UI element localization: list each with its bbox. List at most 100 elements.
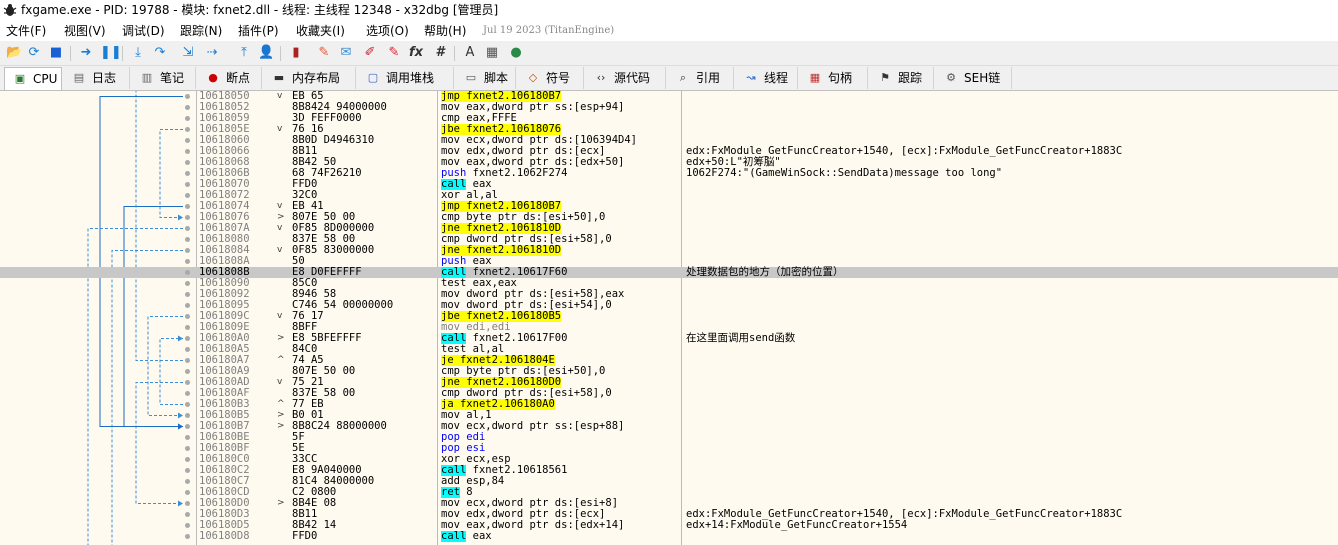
breakpoint-dot[interactable] <box>185 149 190 154</box>
execute-till-return-icon[interactable]: ⤒ <box>236 45 252 61</box>
tab-label: 脚本 <box>484 71 509 85</box>
breakpoint-dot[interactable] <box>185 446 190 451</box>
function-icon[interactable]: fx <box>408 45 424 61</box>
tab-cpu[interactable]: ▣ CPU <box>4 67 62 90</box>
breakpoint-dot[interactable] <box>185 534 190 539</box>
breakpoint-dot[interactable] <box>185 182 190 187</box>
breakpoint-dot[interactable] <box>185 94 190 99</box>
tab-label: 调用堆栈 <box>386 71 435 85</box>
tab-thread[interactable]: ↝ 线程 <box>736 67 798 89</box>
tab-label: CPU <box>33 72 58 86</box>
menu-item-5[interactable]: 收藏夹(I) <box>296 21 345 41</box>
patch-icon[interactable]: ✎ <box>316 45 332 61</box>
instruction: call eax <box>441 531 492 542</box>
menu-item-6[interactable]: 选项(O) <box>366 21 409 41</box>
tab-breakpoint[interactable]: ● 断点 <box>198 67 262 89</box>
jump-direction-icon: v <box>277 245 283 255</box>
breakpoint-dot[interactable] <box>185 281 190 286</box>
comment: 1062F274:"(GameWinSock::SendData)message… <box>686 167 1003 179</box>
seh-icon: ⚙ <box>946 71 956 84</box>
tab-log[interactable]: ▤ 日志 <box>64 67 130 89</box>
breakpoint-dot[interactable] <box>185 204 190 209</box>
restart-icon[interactable]: ⟳ <box>26 45 42 61</box>
breakpoint-dot[interactable] <box>185 314 190 319</box>
step-over-icon[interactable]: ↷ <box>152 45 168 61</box>
globe-icon[interactable]: ● <box>508 45 524 61</box>
run-icon[interactable]: ➜ <box>78 45 94 61</box>
breakpoint-dot[interactable] <box>185 215 190 220</box>
tab-source[interactable]: ‹› 源代码 <box>586 67 666 89</box>
disasm-row[interactable]: 106180D8 FFD0 call eax <box>0 531 1338 542</box>
breakpoint-dot[interactable] <box>185 116 190 121</box>
comment: 处理数据包的地方（加密的位置） <box>686 266 844 278</box>
tab-symbol[interactable]: ◇ 符号 <box>518 67 584 89</box>
run-to-user-code-icon[interactable]: 👤 <box>258 45 274 61</box>
breakpoint-dot[interactable] <box>185 369 190 374</box>
breakpoint-dot[interactable] <box>185 424 190 429</box>
breakpoint-dot[interactable] <box>185 127 190 132</box>
open-icon[interactable]: 📂 <box>6 45 22 61</box>
step-into-icon[interactable]: ⤓ <box>130 45 146 61</box>
breakpoint-dot[interactable] <box>185 391 190 396</box>
tab-label: SEH链 <box>964 71 1001 85</box>
breakpoint-dot[interactable] <box>185 193 190 198</box>
breakpoint-dot[interactable] <box>185 468 190 473</box>
bookmark-icon[interactable]: ✎ <box>386 45 402 61</box>
stop-icon[interactable]: ■ <box>48 45 64 61</box>
breakpoint-dot[interactable] <box>185 413 190 418</box>
font-icon[interactable]: A <box>462 45 478 61</box>
breakpoint-dot[interactable] <box>185 501 190 506</box>
breakpoint-dot[interactable] <box>185 237 190 242</box>
breakpoint-dot[interactable] <box>185 105 190 110</box>
jump-direction-icon: v <box>277 377 283 387</box>
tab-trace[interactable]: ⚑ 跟踪 <box>870 67 934 89</box>
toolbar-separator <box>280 46 281 61</box>
menu-item-0[interactable]: 文件(F) <box>6 21 46 41</box>
tab-handle[interactable]: ▦ 句柄 <box>800 67 868 89</box>
disassembly-view[interactable]: 10618050 v EB 65 jmp fxnet2.106180B7 1061805… <box>0 91 1338 545</box>
breakpoint-dot[interactable] <box>185 490 190 495</box>
menu-item-3[interactable]: 跟踪(N) <box>180 21 222 41</box>
menu-item-4[interactable]: 插件(P) <box>238 21 279 41</box>
breakpoint-dot[interactable] <box>185 292 190 297</box>
breakpoint-dot[interactable] <box>185 336 190 341</box>
breakpoint-dot[interactable] <box>185 457 190 462</box>
breakpoint-dot[interactable] <box>185 402 190 407</box>
breakpoint-dot[interactable] <box>185 248 190 253</box>
breakpoint-dot[interactable] <box>185 435 190 440</box>
comment-icon[interactable]: ✉ <box>338 45 354 61</box>
menu-item-7[interactable]: 帮助(H) <box>424 21 466 41</box>
tab-reference[interactable]: ⌕ 引用 <box>668 67 734 89</box>
script-icon: ▭ <box>465 71 477 84</box>
tab-callstack[interactable]: ▢ 调用堆栈 <box>358 67 454 89</box>
trace-into-icon[interactable]: ⇲ <box>180 45 196 61</box>
breakpoint-dot[interactable] <box>185 380 190 385</box>
breakpoint-dot[interactable] <box>185 325 190 330</box>
breakpoint-dot[interactable] <box>185 138 190 143</box>
breakpoint-dot[interactable] <box>185 358 190 363</box>
breakpoint-dot[interactable] <box>185 347 190 352</box>
scylla-icon[interactable]: ▮ <box>288 45 304 61</box>
operand: eax <box>472 530 492 542</box>
breakpoint-dot[interactable] <box>185 523 190 528</box>
breakpoint-dot[interactable] <box>185 171 190 176</box>
breakpoint-dot[interactable] <box>185 270 190 275</box>
pause-icon[interactable]: ❚❚ <box>100 45 122 61</box>
calculator-icon[interactable]: ▦ <box>484 45 500 61</box>
breakpoint-dot[interactable] <box>185 512 190 517</box>
tab-memory[interactable]: ▬ 内存布局 <box>264 67 356 89</box>
breakpoint-dot[interactable] <box>185 160 190 165</box>
trace-over-icon[interactable]: ⇢ <box>204 45 220 61</box>
tab-seh[interactable]: ⚙ SEH链 <box>936 67 1012 89</box>
hash-icon[interactable]: # <box>432 45 448 61</box>
breakpoint-dot[interactable] <box>185 303 190 308</box>
breakpoint-dot[interactable] <box>185 479 190 484</box>
menu-item-2[interactable]: 调试(D) <box>122 21 165 41</box>
breakpoint-dot[interactable] <box>185 226 190 231</box>
tab-notes[interactable]: ▥ 笔记 <box>132 67 196 89</box>
label-icon[interactable]: ✐ <box>362 45 378 61</box>
breakpoint-dot[interactable] <box>185 259 190 264</box>
menu-item-1[interactable]: 视图(V) <box>64 21 106 41</box>
tab-script[interactable]: ▭ 脚本 <box>456 67 516 89</box>
cpu-icon: ▣ <box>14 72 26 85</box>
